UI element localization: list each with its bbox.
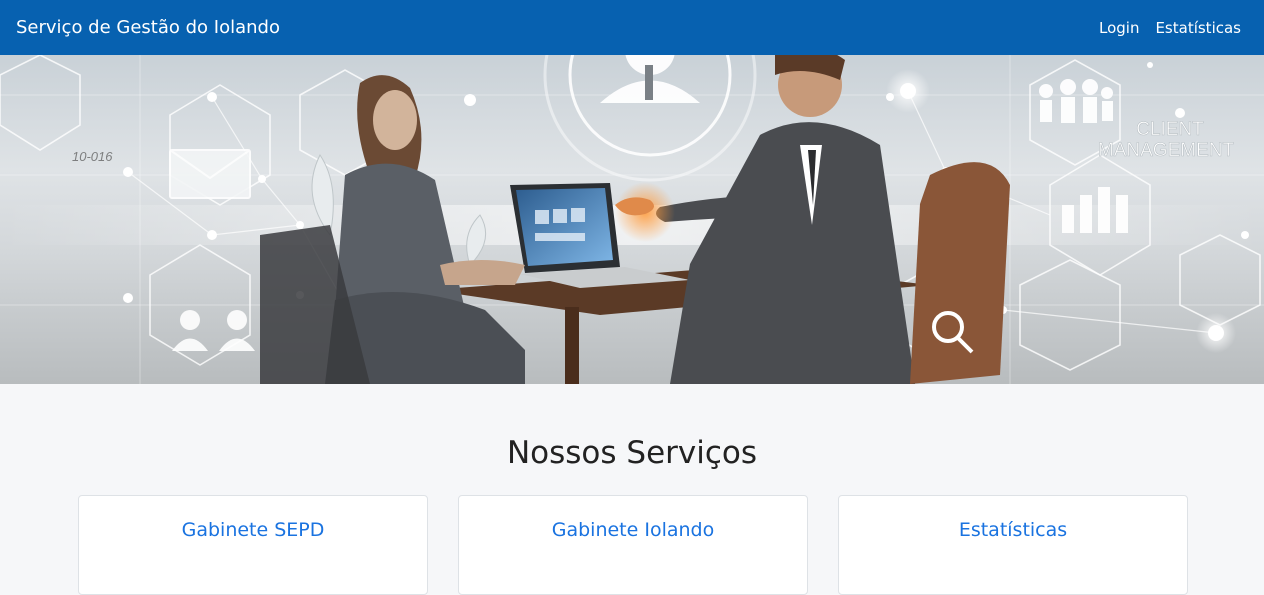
service-card-statistics: Estatísticas <box>838 495 1188 595</box>
service-card-title[interactable]: Estatísticas <box>839 516 1187 544</box>
hero-banner-image: 10-016 CLIENT MANAGEMENT <box>0 55 1264 384</box>
services-title: Nossos Serviços <box>506 435 758 471</box>
nav-links: Login Estatísticas <box>1099 17 1241 39</box>
service-card-iolando: Gabinete Iolando <box>458 495 808 595</box>
hero-client-text: CLIENT <box>1136 119 1204 140</box>
hero-management-text: MANAGEMENT <box>1098 140 1235 161</box>
hero-small-text: 10-016 <box>72 149 113 164</box>
brand-link[interactable]: Serviço de Gestão do Iolando <box>16 15 280 41</box>
nav-statistics-link[interactable]: Estatísticas <box>1155 17 1241 39</box>
service-card-sepd: Gabinete SEPD <box>78 495 428 595</box>
service-card-title[interactable]: Gabinete SEPD <box>79 516 427 544</box>
service-card-title[interactable]: Gabinete Iolando <box>459 516 807 544</box>
top-navbar: Serviço de Gestão do Iolando Login Estat… <box>0 0 1264 55</box>
hero-illustration: 10-016 CLIENT MANAGEMENT <box>0 55 1264 384</box>
nav-login-link[interactable]: Login <box>1099 17 1139 39</box>
